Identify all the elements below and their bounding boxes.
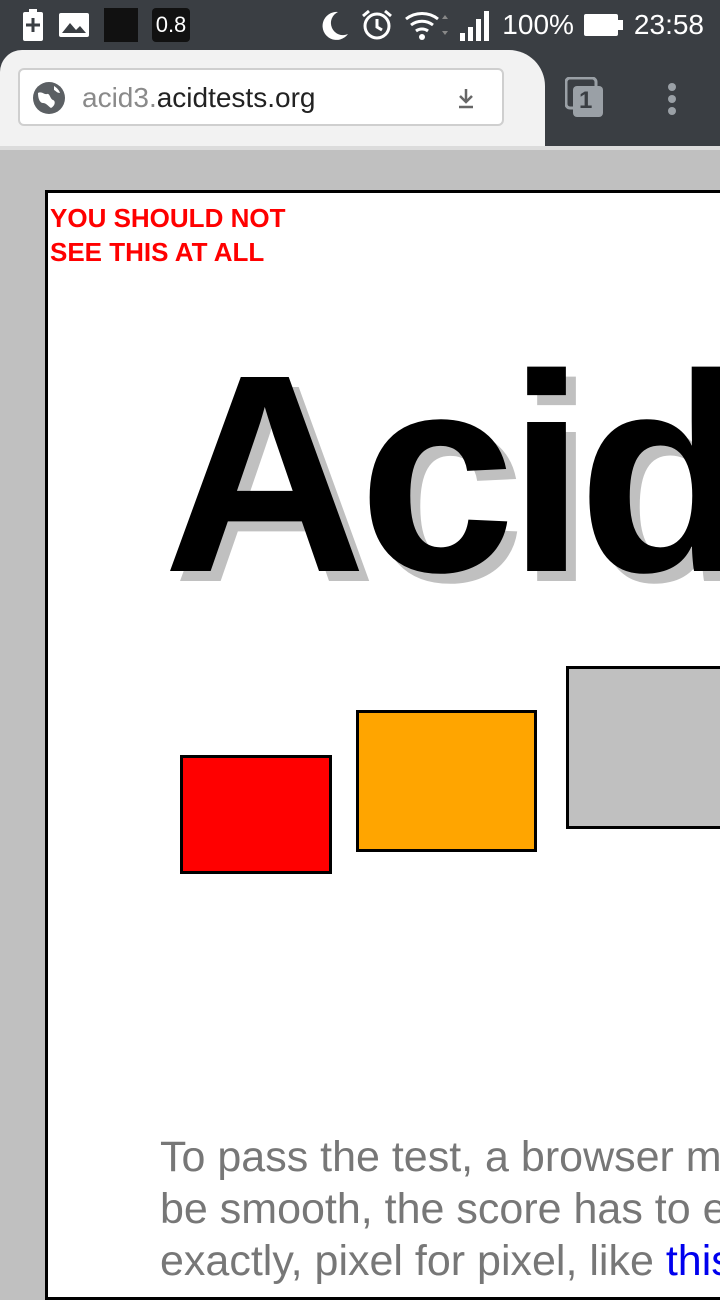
url-subdomain: acid3. [82,82,157,113]
web-page: YOU SHOULD NOT SEE THIS AT ALL Acid3 To … [45,190,720,1300]
clock: 23:58 [633,9,704,40]
description-text: exactly, pixel for pixel, like [160,1237,666,1285]
battery-percent: 100% [502,9,574,40]
toolbar-divider [0,146,720,150]
battery-charging-icon [22,9,44,41]
page-title: Acid3 [163,316,720,631]
equalizer-icon [104,8,138,42]
description-line: be smooth, the score has to end on 100/1… [160,1185,720,1233]
globe-icon[interactable] [32,81,66,115]
wifi-icon [404,9,449,41]
silver-box [566,666,720,829]
orange-box [356,710,537,852]
red-box [180,755,332,874]
tab-switcher-button[interactable]: 1 [564,76,605,119]
image-icon [58,11,90,39]
status-bar: 0.8 100% 23:58 [0,0,720,50]
description: To pass the test, a browser must use its… [160,1131,720,1287]
active-tab: acid3.acidtests.org [0,50,545,146]
overflow-menu-button[interactable] [666,82,678,116]
moon-icon [318,9,350,41]
download-icon[interactable] [456,86,476,110]
tab-count: 1 [579,87,593,114]
url-text[interactable]: acid3.acidtests.org [82,82,315,114]
warning-text: YOU SHOULD NOT SEE THIS AT ALL [50,203,286,267]
description-line: To pass the test, a browser must use its… [160,1133,720,1181]
signal-icon [458,9,492,41]
url-domain: acidtests.org [156,82,316,113]
omnibox[interactable]: acid3.acidtests.org [18,68,504,126]
description-line-3: exactly, pixel for pixel, like this refe… [160,1235,720,1287]
overlay-value-badge: 0.8 [152,8,190,42]
browser-toolbar: acid3.acidtests.org 1 [0,50,720,146]
battery-icon [583,13,624,37]
alarm-icon [360,8,394,42]
reference-rendering-link[interactable]: this reference rendering [666,1237,720,1285]
